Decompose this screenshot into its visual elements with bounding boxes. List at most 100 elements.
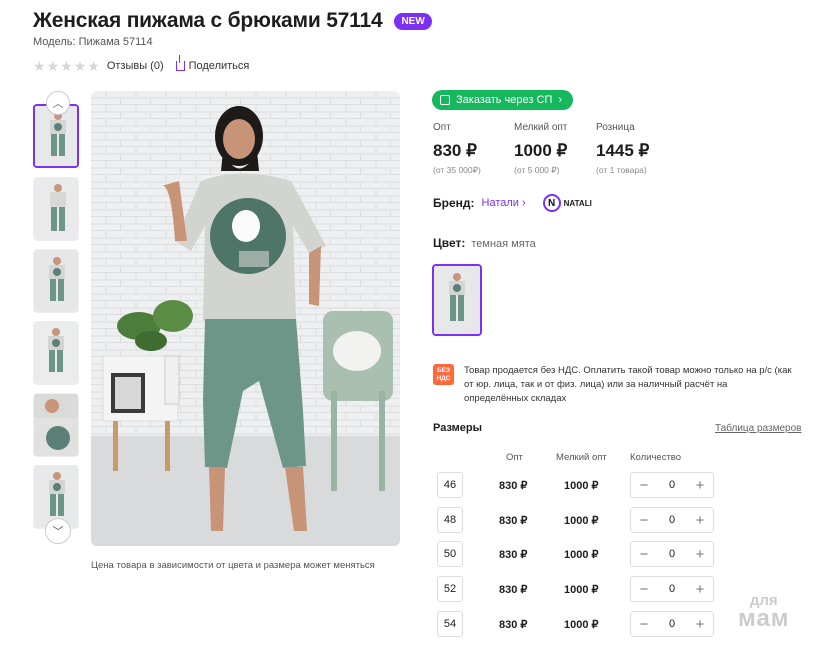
brand-label: Бренд: [433, 196, 475, 210]
model-label: Модель: Пижама 57114 [33, 36, 153, 48]
size-row: 48 830 ₽ 1000 ₽ − 0 + [437, 507, 727, 534]
star-icon: ★ [33, 58, 46, 74]
size-price-opt: 830 ₽ [499, 584, 528, 596]
watermark: для мам [738, 592, 790, 632]
plus-icon[interactable]: + [693, 546, 707, 563]
share-button[interactable]: Поделиться [175, 55, 250, 72]
brand-row: Бренд: Натали › N NATALI [433, 194, 592, 212]
size-price-opt: 830 ₽ [499, 480, 528, 492]
col-header-small-opt: Мелкий опт [556, 452, 607, 463]
color-swatch-image [434, 266, 480, 334]
quantity-stepper: − 0 + [630, 576, 714, 602]
thumbnail-image [34, 178, 78, 240]
thumbnail-image [35, 106, 77, 166]
size-row: 46 830 ₽ 1000 ₽ − 0 + [437, 472, 727, 499]
size-price-small-opt: 1000 ₽ [564, 515, 599, 527]
price-value: 1000 ₽ [514, 141, 568, 160]
minus-icon[interactable]: − [637, 512, 651, 529]
size-label: 48 [437, 507, 463, 533]
quantity-value[interactable]: 0 [669, 514, 675, 526]
price-value: 830 ₽ [433, 141, 477, 160]
size-price-small-opt: 1000 ₽ [564, 584, 599, 596]
col-header-opt: Опт [506, 452, 523, 463]
thumbnail-image [34, 322, 78, 384]
size-label: 52 [437, 576, 463, 602]
size-price-opt: 830 ₽ [499, 549, 528, 561]
share-icon [175, 55, 185, 71]
main-product-image[interactable] [91, 91, 400, 546]
quantity-value[interactable]: 0 [669, 618, 675, 630]
plus-icon[interactable]: + [693, 477, 707, 494]
star-icon: ★ [46, 58, 60, 74]
price-label: Мелкий опт [514, 122, 568, 133]
sizes-title: Размеры [433, 422, 483, 434]
size-price-small-opt: 1000 ₽ [564, 619, 599, 631]
brand-logo-text: NATALI [563, 198, 592, 208]
thumbs-scroll-up-icon[interactable]: ︿ [46, 91, 70, 115]
size-row: 54 830 ₽ 1000 ₽ − 0 + [437, 611, 727, 638]
chevron-right-icon: › [558, 94, 563, 106]
thumbnail[interactable] [33, 249, 79, 313]
price-opt: Опт 830 ₽ (от 35 000₽) [433, 122, 481, 176]
price-label: Розница [596, 122, 635, 133]
size-price-opt: 830 ₽ [499, 619, 528, 631]
price-note: (от 1 товара) [596, 165, 647, 175]
rating-stars[interactable]: ★ ★ ★ ★ ★ [33, 59, 100, 73]
quantity-stepper: − 0 + [630, 611, 714, 637]
size-table-link[interactable]: Таблица размеров [715, 423, 801, 434]
color-value: темная мята [471, 238, 536, 250]
thumbnail-image [34, 394, 78, 456]
price-retail: Розница 1445 ₽ (от 1 товара) [596, 122, 649, 175]
nds-text: Товар продается без НДС. Оплатить такой … [464, 365, 792, 404]
quantity-stepper: − 0 + [630, 472, 714, 498]
order-sp-button[interactable]: Заказать через СП › [432, 90, 574, 110]
minus-icon[interactable]: − [637, 581, 651, 598]
new-badge: NEW [394, 12, 432, 30]
color-label: Цвет: [433, 236, 466, 250]
no-vat-icon: БЕЗ НДС [433, 364, 454, 385]
price-note: (от 5 000 ₽) [514, 165, 560, 175]
quantity-value[interactable]: 0 [669, 548, 675, 560]
price-value: 1445 ₽ [596, 141, 650, 160]
thumbnail[interactable] [33, 177, 79, 241]
size-label: 50 [437, 541, 463, 567]
minus-icon[interactable]: − [637, 616, 651, 633]
price-small-opt: Мелкий опт 1000 ₽ (от 5 000 ₽) [514, 122, 567, 176]
cart-icon [440, 95, 450, 105]
brand-link[interactable]: Натали › [482, 197, 526, 209]
title-row: Женская пижама с брюками 57114 NEW [33, 9, 432, 33]
quantity-value[interactable]: 0 [669, 479, 675, 491]
price-caption: Цена товара в зависимости от цвета и раз… [91, 560, 375, 571]
star-icon: ★ [60, 58, 73, 74]
reviews-link[interactable]: Отзывы (0) [107, 60, 164, 72]
size-label: 54 [437, 611, 463, 637]
minus-icon[interactable]: − [637, 546, 651, 563]
quantity-value[interactable]: 0 [669, 583, 675, 595]
minus-icon[interactable]: − [637, 477, 651, 494]
color-swatch[interactable] [432, 264, 482, 336]
product-photo [91, 91, 400, 546]
quantity-stepper: − 0 + [630, 507, 714, 533]
meta-row: ★ ★ ★ ★ ★ Отзывы (0) Поделиться [33, 55, 250, 73]
star-icon: ★ [73, 58, 87, 74]
plus-icon[interactable]: + [693, 616, 707, 633]
star-icon: ★ [87, 58, 100, 74]
brand-logo[interactable]: N NATALI [542, 194, 592, 212]
nds-notice: БЕЗ НДС Товар продается без НДС. Оплатить… [433, 364, 794, 406]
color-row: Цвет: темная мята [433, 236, 536, 250]
thumbnail-image [34, 250, 78, 312]
size-row: 52 830 ₽ 1000 ₽ − 0 + [437, 576, 727, 603]
share-label: Поделиться [188, 60, 250, 72]
product-title: Женская пижама с брюками 57114 [33, 9, 383, 32]
price-label: Опт [433, 122, 451, 133]
order-sp-label: Заказать через СП [456, 94, 553, 106]
thumbs-scroll-down-icon[interactable]: ﹀ [45, 518, 71, 544]
thumbnail[interactable] [33, 393, 79, 457]
quantity-stepper: − 0 + [630, 541, 714, 567]
col-header-qty: Количество [630, 452, 682, 463]
plus-icon[interactable]: + [693, 512, 707, 529]
brand-logo-icon: N [542, 194, 561, 212]
plus-icon[interactable]: + [693, 581, 707, 598]
size-price-small-opt: 1000 ₽ [564, 549, 599, 561]
thumbnail[interactable] [33, 321, 79, 385]
